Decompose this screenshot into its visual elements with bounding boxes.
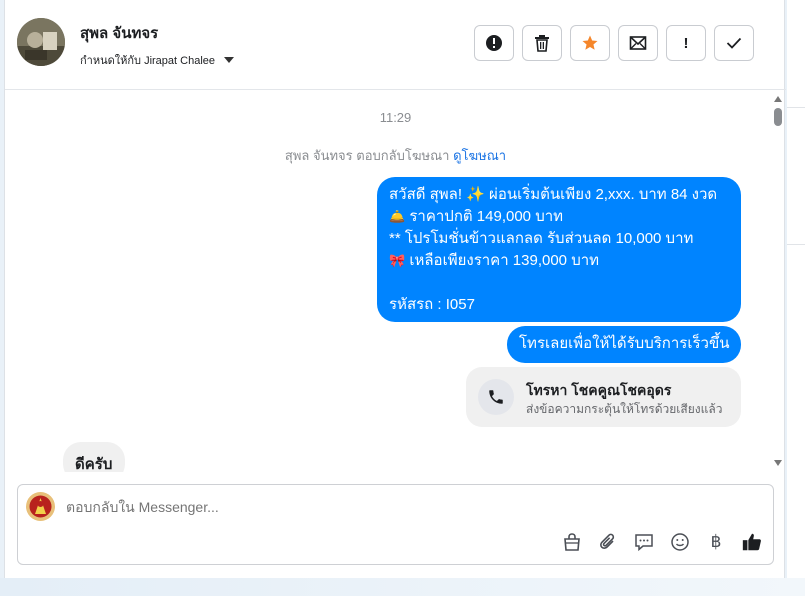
star-button[interactable]	[570, 25, 610, 61]
checkmark-icon	[726, 37, 742, 49]
envelope-icon	[629, 36, 647, 50]
composer-tools: ฿	[560, 530, 764, 554]
message-composer: ฿	[17, 484, 774, 565]
page-avatar	[26, 492, 55, 521]
star-icon	[582, 35, 598, 50]
conversation-toolbar: !	[474, 25, 754, 61]
mark-done-button[interactable]	[714, 25, 754, 61]
call-card-title: โทรหา โชคคูณโชคอุดร	[526, 382, 672, 398]
reply-input[interactable]	[66, 499, 716, 515]
ad-line-3: ** โปรโมชั่นข้าวแลกลด รับส่วนลด 10,000 บ…	[389, 230, 694, 247]
ad-line-4: 🎀 เหลือเพียงราคา 139,000 บาท	[389, 252, 600, 269]
contact-name: สุพล จันทจร	[80, 25, 159, 42]
paperclip-icon[interactable]	[596, 530, 620, 554]
phone-icon	[478, 379, 514, 415]
scroll-thumb[interactable]	[774, 108, 782, 126]
chevron-down-icon	[224, 57, 235, 63]
baht-icon[interactable]: ฿	[704, 530, 728, 554]
ad-line-2: 🛎️ ราคาปกติ 149,000 บาท	[389, 208, 564, 225]
like-icon[interactable]	[740, 530, 764, 554]
ad-line-1: สวัสดี สุพล! ✨ ผ่อนเริ่มต้นเพียง 2,xxx. …	[389, 186, 718, 203]
inbox-panel: สุพล จันทจร กำหนดให้กับ Jirapat Chalee !…	[4, 0, 786, 578]
call-card-subtitle: ส่งข้อความกระตุ้นให้โทรด้วยเสียงแล้ว	[526, 402, 723, 416]
outgoing-call-prompt: โทรเลยเพื่อให้ได้รับบริการเร็วขึ้น	[507, 326, 741, 363]
follow-up-button[interactable]: !	[666, 25, 706, 61]
saved-reply-icon[interactable]	[632, 530, 656, 554]
thread-scrollbar[interactable]	[772, 94, 784, 470]
mark-spam-button[interactable]	[474, 25, 514, 61]
ad-reply-notice: สุพล จันทจร ตอบกลับโฆษณา ดูโฆษณา	[5, 145, 786, 166]
ad-line-car-code: รหัสรถ : I057	[389, 296, 475, 313]
message-thread[interactable]: 11:29 สุพล จันทจร ตอบกลับโฆษณา ดูโฆษณา ส…	[5, 90, 786, 472]
scroll-down-arrow-icon[interactable]	[774, 460, 782, 466]
scroll-up-arrow-icon[interactable]	[774, 96, 782, 102]
side-panel-edge	[787, 0, 805, 596]
ribbon-icon: 🎀	[389, 253, 406, 268]
contact-avatar[interactable]	[17, 18, 65, 66]
outgoing-ad-message: สวัสดี สุพล! ✨ ผ่อนเริ่มต้นเพียง 2,xxx. …	[377, 177, 741, 322]
delete-button[interactable]	[522, 25, 562, 61]
incoming-message: ดีครับ	[63, 442, 125, 472]
assign-dropdown[interactable]: กำหนดให้กับ Jirapat Chalee	[80, 51, 235, 69]
mark-unread-button[interactable]	[618, 25, 658, 61]
trash-icon	[535, 35, 549, 52]
bag-icon[interactable]	[560, 530, 584, 554]
conversation-header: สุพล จันทจร กำหนดให้กับ Jirapat Chalee !	[5, 0, 786, 90]
view-ad-link[interactable]: ดูโฆษณา	[453, 148, 506, 163]
call-button-card[interactable]: โทรหา โชคคูณโชคอุดร ส่งข้อความกระตุ้นให้…	[466, 367, 741, 427]
message-timestamp: 11:29	[379, 110, 412, 125]
exclamation-icon: !	[683, 34, 689, 52]
page-bottom-band	[0, 578, 805, 596]
assign-label: กำหนดให้กับ Jirapat Chalee	[80, 55, 216, 67]
bell-icon: 🛎️	[389, 209, 406, 224]
alert-circle-icon	[486, 35, 502, 51]
ad-reply-text: สุพล จันทจร ตอบกลับโฆษณา	[284, 148, 450, 163]
ad-line-blank	[389, 272, 729, 294]
emoji-icon[interactable]	[668, 530, 692, 554]
